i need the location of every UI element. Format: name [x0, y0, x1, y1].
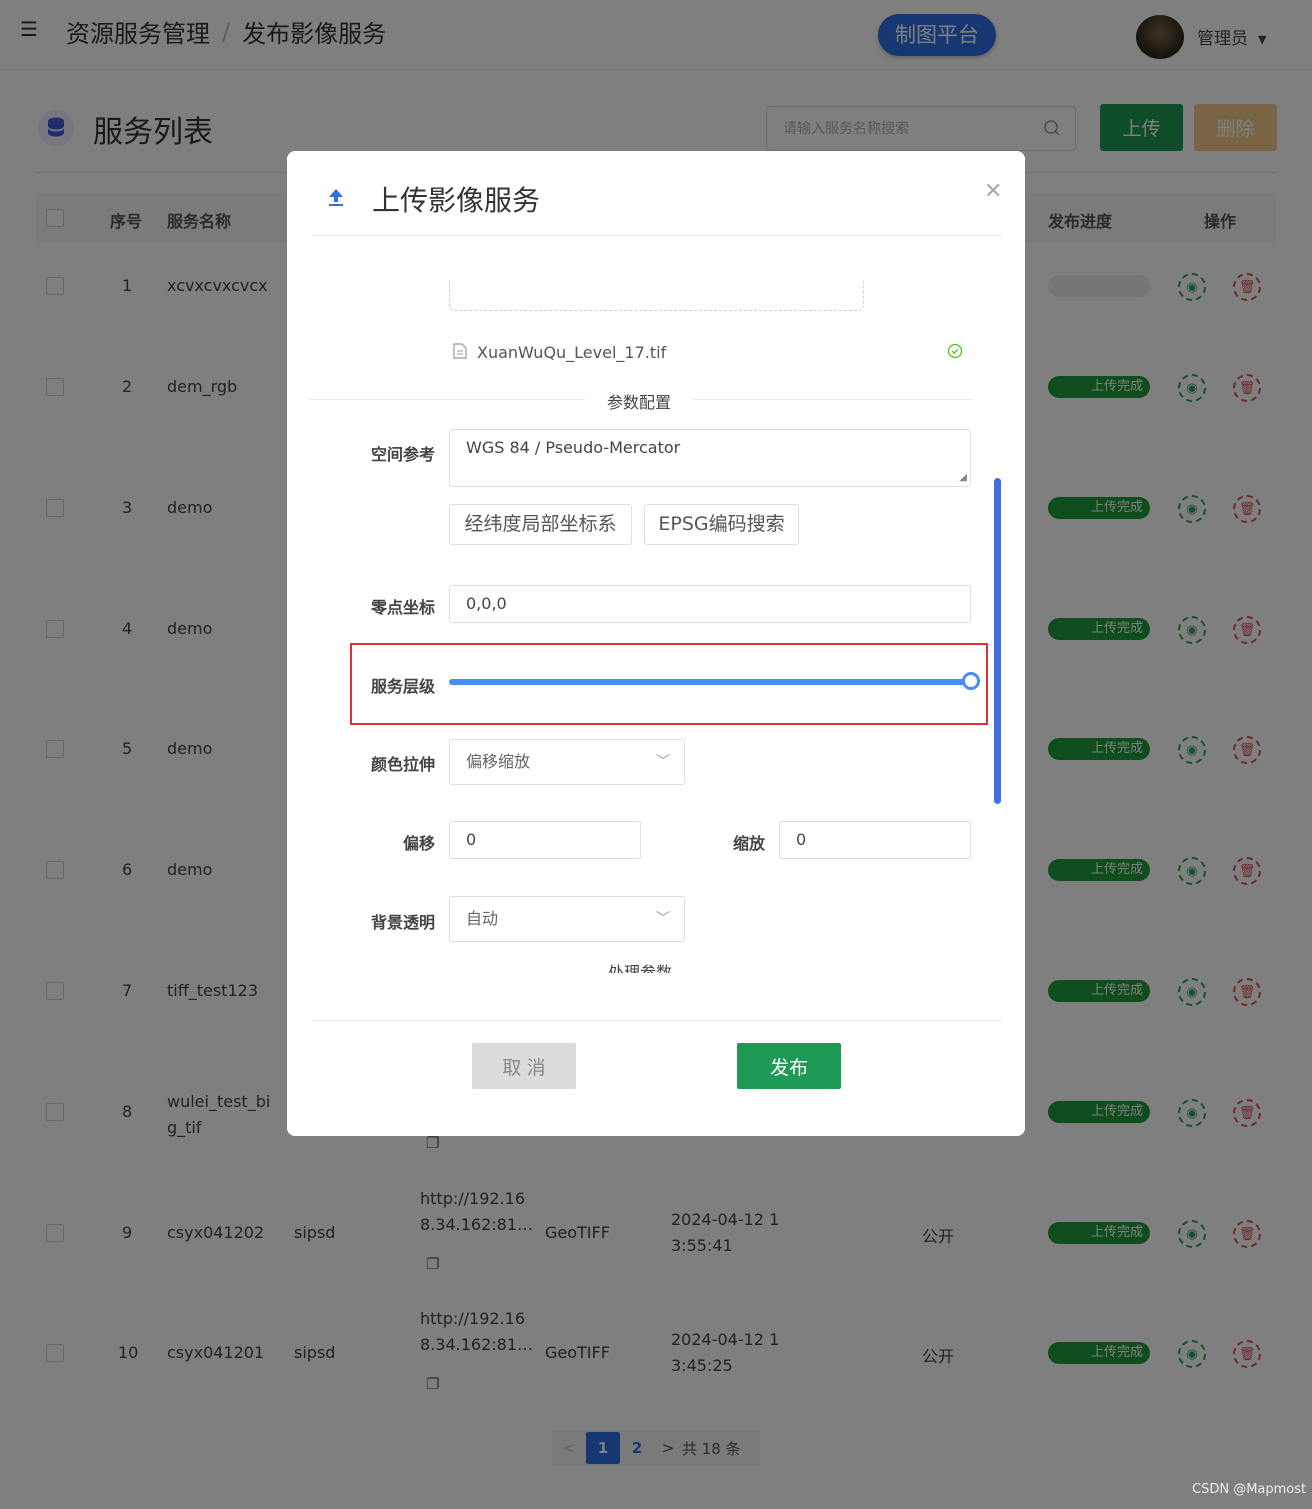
origin-label: 零点坐标 [370, 598, 435, 617]
upload-icon [329, 189, 343, 206]
next-section-title: 处理参数 [608, 963, 673, 973]
publish-button[interactable]: 发布 [737, 1043, 841, 1089]
offset-input[interactable]: 0 [449, 821, 641, 859]
bg-transparent-label: 背景透明 [370, 913, 435, 932]
check-circle-icon [947, 343, 963, 359]
dialog-title: 上传影像服务 [372, 184, 541, 217]
bg-transparent-select[interactable]: 自动 ﹀ [449, 896, 685, 942]
offset-label: 偏移 [402, 834, 435, 853]
upload-image-service-dialog: 上传影像服务 ✕ XuanWuQu_Level_17.tif 参数配置 空间参考… [287, 151, 1025, 1136]
upload-dropzone[interactable] [449, 281, 864, 311]
watermark: CSDN @Mapmost [1192, 1482, 1307, 1497]
chevron-down-icon: ﹀ [656, 754, 670, 770]
scale-input[interactable]: 0 [779, 821, 971, 859]
color-stretch-value: 偏移缩放 [466, 752, 531, 771]
color-stretch-select[interactable]: 偏移缩放 ﹀ [449, 739, 685, 785]
scale-label: 缩放 [732, 834, 765, 853]
spatial-ref-value: WGS 84 / Pseudo-Mercator [466, 438, 681, 457]
cancel-button[interactable]: 取 消 [472, 1043, 576, 1089]
epsg-search-button[interactable]: EPSG编码搜索 [644, 504, 799, 545]
divider [312, 1020, 1002, 1021]
uploaded-file-name: XuanWuQu_Level_17.tif [477, 343, 667, 362]
close-icon[interactable]: ✕ [984, 179, 1002, 204]
service-level-slider[interactable] [449, 679, 971, 685]
resize-grip-icon[interactable]: ◢ [959, 472, 967, 483]
slider-handle[interactable] [962, 672, 980, 690]
bg-transparent-value: 自动 [466, 909, 499, 928]
file-icon [453, 343, 467, 359]
dialog-scrollbar[interactable] [994, 478, 1001, 804]
spatial-ref-label: 空间参考 [370, 445, 435, 464]
origin-input[interactable]: 0,0,0 [449, 585, 971, 623]
service-level-label: 服务层级 [370, 677, 435, 696]
color-stretch-label: 颜色拉伸 [370, 755, 435, 774]
chevron-down-icon: ﹀ [656, 911, 670, 927]
divider [312, 235, 1002, 236]
spatial-ref-textarea[interactable]: WGS 84 / Pseudo-Mercator ◢ [449, 429, 971, 487]
latlon-local-coord-button[interactable]: 经纬度局部坐标系 [449, 504, 632, 545]
section-title: 参数配置 [585, 389, 694, 413]
